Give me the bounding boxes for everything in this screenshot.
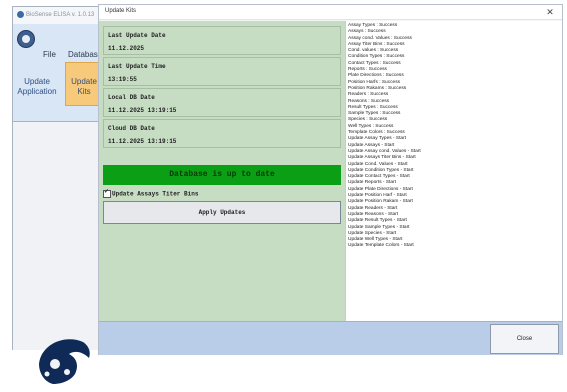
apply-updates-button[interactable]: Apply Updates <box>103 201 341 224</box>
main-app-window: BioSense ELISA v. 1.0.13 File Databas Up… <box>12 6 112 384</box>
last-update-date-box: Last Update Date 11.12.2025 <box>103 26 341 55</box>
update-titer-bins-label[interactable]: Update Assays Titer Bins <box>112 191 198 198</box>
app-logo-icon <box>17 10 24 18</box>
main-app-titlebar: BioSense ELISA v. 1.0.13 <box>13 7 111 24</box>
close-button[interactable]: Close <box>490 324 559 354</box>
tab-database[interactable]: Databas <box>68 50 98 59</box>
dialog-footer: Close <box>99 321 562 355</box>
update-application-button[interactable]: Update Application <box>15 77 59 97</box>
update-kits-dialog: Update Kits ✕ Last Update Date 11.12.202… <box>98 4 563 355</box>
dialog-title: Update Kits <box>105 8 137 14</box>
main-app-title: BioSense ELISA v. 1.0.13 <box>26 12 95 18</box>
update-titer-bins-checkbox[interactable] <box>103 188 111 198</box>
cloud-db-date-label: Cloud DB Date <box>108 125 155 132</box>
last-update-date-label: Last Update Date <box>108 32 166 39</box>
dialog-titlebar: Update Kits ✕ <box>99 5 562 20</box>
last-update-time-box: Last Update Time 13:19:55 <box>103 57 341 86</box>
update-titer-bins-option[interactable]: Update Assays Titer Bins <box>103 188 198 200</box>
local-db-date-label: Local DB Date <box>108 94 155 101</box>
application-menu-button[interactable] <box>17 30 35 48</box>
last-update-date-value: 11.12.2025 <box>108 45 145 52</box>
main-app-content <box>13 123 111 384</box>
last-update-time-label: Last Update Time <box>108 63 166 70</box>
update-info-panel: Last Update Date 11.12.2025 Last Update … <box>99 21 345 321</box>
local-db-date-value: 11.12.2025 13:19:15 <box>108 107 177 114</box>
company-logo-icon <box>39 339 90 384</box>
log-entry: Update Template Colors - Start <box>348 243 414 249</box>
local-db-date-box: Local DB Date 11.12.2025 13:19:15 <box>103 88 341 117</box>
database-status-banner: Database is up to date <box>103 165 341 185</box>
tab-file[interactable]: File <box>43 50 56 59</box>
close-icon[interactable]: ✕ <box>544 6 556 18</box>
last-update-time-value: 13:19:55 <box>108 76 137 83</box>
cloud-db-date-box: Cloud DB Date 11.12.2025 13:19:15 <box>103 119 341 148</box>
update-log-list[interactable]: Assay Types : Success Assays : Success Ass… <box>345 21 562 321</box>
ribbon: File Databas Update Application Update K… <box>13 24 111 122</box>
cloud-db-date-value: 11.12.2025 13:19:15 <box>108 138 177 145</box>
log-entries: Assay Types : Success Assays : Success Ass… <box>346 21 562 250</box>
